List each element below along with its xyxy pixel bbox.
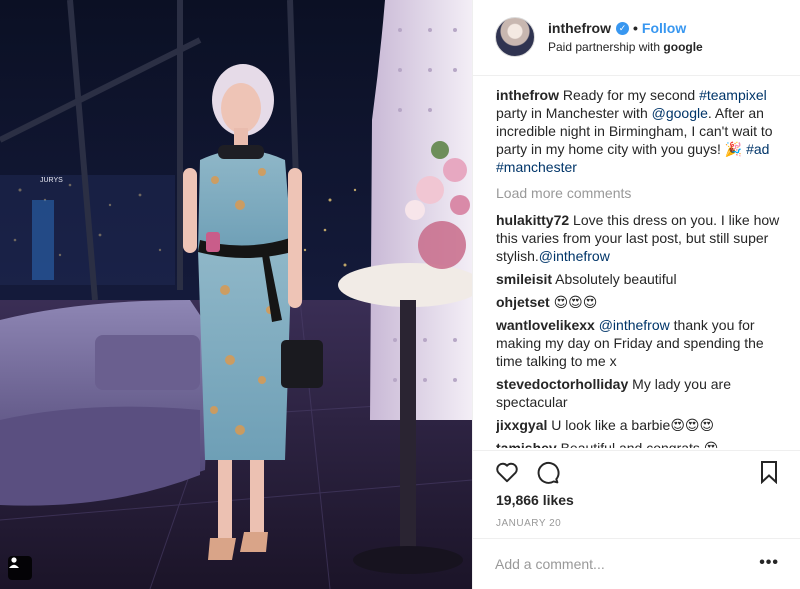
partner-link[interactable]: google bbox=[663, 40, 702, 54]
caption-text-1: Ready for my second bbox=[559, 87, 700, 103]
comment-item: smileisit Absolutely beautiful bbox=[496, 270, 786, 288]
comment-mention[interactable]: @inthefrow bbox=[599, 317, 670, 333]
comment-username[interactable]: tamishey bbox=[496, 440, 557, 448]
action-icons bbox=[494, 459, 560, 490]
speech-bubble-icon[interactable] bbox=[534, 459, 560, 490]
hashtag-manchester[interactable]: #manchester bbox=[496, 159, 577, 175]
comment-item: wantlovelikexx @inthefrow thank you for … bbox=[496, 316, 786, 370]
paid-partnership-label: Paid partnership with google bbox=[548, 40, 703, 54]
post-photo[interactable]: JURYS bbox=[0, 0, 472, 589]
comment-username[interactable]: hulakitty72 bbox=[496, 212, 569, 228]
likes-count[interactable]: 19,866 likes bbox=[496, 492, 574, 508]
comment-text: Absolutely beautiful bbox=[552, 271, 677, 287]
header-username[interactable]: inthefrow bbox=[548, 20, 611, 36]
heart-icon[interactable] bbox=[494, 459, 520, 490]
paid-partnership-prefix: Paid partnership with bbox=[548, 40, 664, 54]
avatar[interactable] bbox=[495, 17, 535, 57]
user-tag-icon[interactable] bbox=[8, 556, 32, 580]
add-comment-bar: ••• bbox=[473, 538, 800, 589]
hashtag-teampixel[interactable]: #teampixel bbox=[699, 87, 767, 103]
comment-username[interactable]: smileisit bbox=[496, 271, 552, 287]
comment-text: 😍😍😍 bbox=[549, 294, 598, 310]
comment-username[interactable]: ohjetset bbox=[496, 294, 550, 310]
comment-item: hulakitty72 Love this dress on you. I li… bbox=[496, 211, 786, 265]
caption-username[interactable]: inthefrow bbox=[496, 87, 559, 103]
post-header: inthefrow ✓ • Follow Paid partnership wi… bbox=[473, 0, 800, 76]
comment-text: Beautiful and congrats 😍 bbox=[556, 440, 719, 448]
post-sidebar: inthefrow ✓ • Follow Paid partnership wi… bbox=[472, 0, 800, 589]
hashtag-ad[interactable]: #ad bbox=[746, 141, 769, 157]
verified-badge-icon: ✓ bbox=[616, 21, 629, 35]
comment-username[interactable]: stevedoctorholliday bbox=[496, 376, 628, 392]
header-separator: • bbox=[633, 20, 638, 36]
header-title-row: inthefrow ✓ • Follow bbox=[548, 20, 686, 36]
comments-list: inthefrow Ready for my second #teampixel… bbox=[496, 86, 786, 448]
comment-item: ohjetset 😍😍😍 bbox=[496, 293, 786, 311]
comment-item: stevedoctorholliday My lady you are spec… bbox=[496, 375, 786, 411]
bookmark-icon[interactable] bbox=[759, 460, 779, 489]
comment-username[interactable]: wantlovelikexx bbox=[496, 317, 595, 333]
follow-button[interactable]: Follow bbox=[642, 20, 686, 36]
post-actions: 19,866 likes JANUARY 20 bbox=[473, 450, 800, 540]
photo-scene: JURYS bbox=[0, 0, 472, 589]
caption-text-2: party in Manchester with bbox=[496, 105, 652, 121]
comment-item: jixxgyal U look like a barbie😍😍😍 bbox=[496, 416, 786, 434]
load-more-comments-button[interactable]: Load more comments bbox=[496, 184, 786, 202]
comment-text: U look like a barbie😍😍😍 bbox=[547, 417, 715, 433]
comment-item: tamishey Beautiful and congrats 😍 bbox=[496, 439, 786, 448]
jurys-sign: JURYS bbox=[40, 177, 63, 184]
more-options-button[interactable]: ••• bbox=[759, 554, 779, 572]
comment-username[interactable]: jixxgyal bbox=[496, 417, 547, 433]
mention-google[interactable]: @google bbox=[652, 105, 708, 121]
post-caption: inthefrow Ready for my second #teampixel… bbox=[496, 86, 786, 176]
post-date[interactable]: JANUARY 20 bbox=[496, 518, 561, 529]
add-comment-input[interactable] bbox=[495, 552, 745, 576]
comment-mention[interactable]: @inthefrow bbox=[539, 248, 610, 264]
